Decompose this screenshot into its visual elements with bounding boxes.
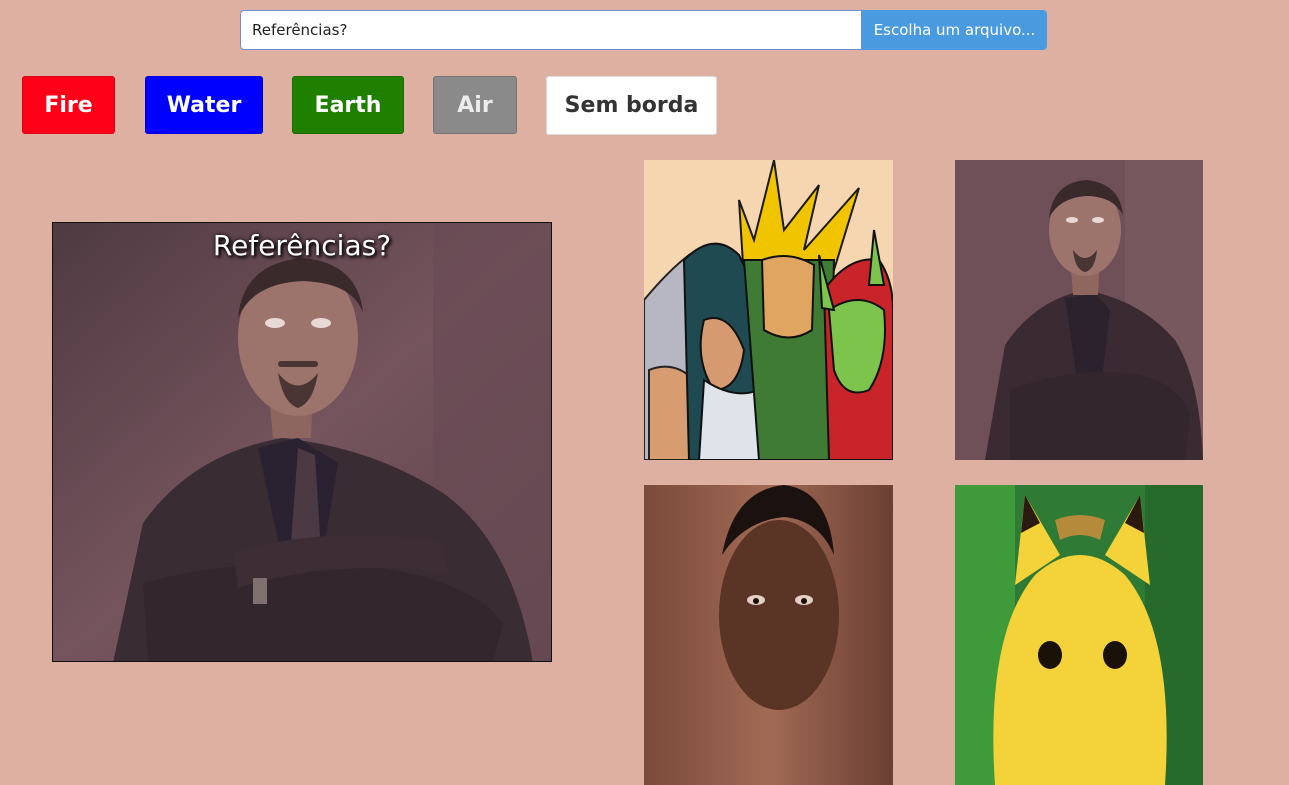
me-gusta-cartoon-image xyxy=(644,160,893,460)
caption-input[interactable] xyxy=(240,10,862,50)
preview-caption: Referências? xyxy=(212,229,392,262)
surprised-pikachu-image xyxy=(955,485,1203,785)
gallery-item-sad-will-smith[interactable] xyxy=(644,485,893,785)
air-theme-button[interactable]: Air xyxy=(433,76,517,134)
gallery-item-eye-roll[interactable] xyxy=(955,160,1203,460)
no-border-button[interactable]: Sem borda xyxy=(546,76,717,135)
gallery-item-surprised-pikachu[interactable] xyxy=(955,485,1203,785)
water-theme-button[interactable]: Water xyxy=(145,76,263,134)
caption-toolbar: Escolha um arquivo... xyxy=(240,10,1047,50)
meme-preview: Referências? xyxy=(52,222,552,662)
gallery-item-me-gusta[interactable] xyxy=(644,160,893,460)
file-upload-button[interactable]: Escolha um arquivo... xyxy=(862,10,1047,50)
sad-will-smith-image xyxy=(644,485,893,785)
fire-theme-button[interactable]: Fire xyxy=(22,76,115,134)
robert-downey-eye-roll-thumb xyxy=(955,160,1203,460)
robert-downey-eye-roll-image xyxy=(53,223,551,661)
earth-theme-button[interactable]: Earth xyxy=(292,76,404,134)
